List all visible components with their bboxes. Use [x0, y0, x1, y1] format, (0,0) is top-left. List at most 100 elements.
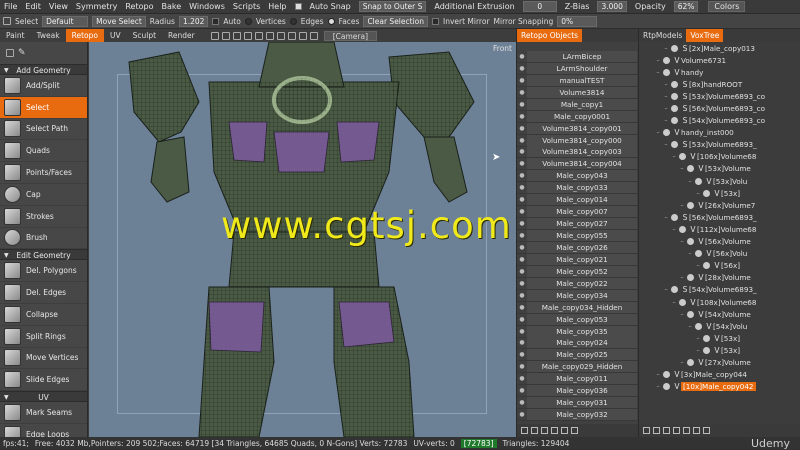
collapse-toggle-icon[interactable]: – [661, 141, 671, 148]
delete-icon[interactable] [653, 427, 660, 434]
retopo-object-row[interactable]: ● Volume3814_copy004 [517, 158, 639, 171]
visibility-eye-icon[interactable] [663, 383, 670, 391]
visibility-eye-icon[interactable]: ● [517, 113, 527, 120]
menu-symmetry[interactable]: Symmetry [76, 2, 117, 11]
visibility-eye-icon[interactable]: ● [517, 125, 527, 132]
tab-retopo[interactable]: Retopo [65, 29, 104, 42]
retopo-object-row[interactable]: ● Male_copy031 [517, 397, 639, 410]
sphere-icon[interactable] [683, 427, 690, 434]
collapse-toggle-icon[interactable]: – [661, 214, 671, 221]
visibility-eye-icon[interactable]: ● [517, 172, 527, 179]
vertices-radio[interactable] [244, 17, 252, 25]
retopo-object-row[interactable]: ● Male_copy036 [517, 385, 639, 398]
voxtree-row[interactable]: – S [8x]handROOT [639, 78, 800, 90]
visibility-eye-icon[interactable] [663, 129, 670, 137]
visibility-eye-icon[interactable]: ● [517, 316, 527, 323]
visibility-eye-icon[interactable] [671, 80, 678, 88]
visibility-eye-icon[interactable] [695, 322, 702, 330]
visibility-eye-icon[interactable] [663, 68, 670, 76]
move-select-dropdown[interactable]: Move Select [92, 15, 146, 27]
visibility-eye-icon[interactable]: ● [517, 339, 527, 346]
delete-icon[interactable] [531, 427, 538, 434]
voxtree-row[interactable]: – S [53x]Volume6893_ [639, 139, 800, 151]
collapse-toggle-icon[interactable]: – [653, 57, 663, 64]
retopo-object-row[interactable]: ● Male_copy007 [517, 206, 639, 219]
visibility-eye-icon[interactable]: ● [517, 101, 527, 108]
retopo-object-row[interactable]: ● Male_copy055 [517, 230, 639, 242]
visibility-eye-icon[interactable]: ● [517, 244, 527, 251]
retopo-object-row[interactable]: ● LArmBicep [517, 50, 639, 63]
retopo-object-row[interactable]: ● Volume3814_copy001 [517, 122, 639, 135]
visibility-eye-icon[interactable] [663, 371, 670, 379]
sphere-icon[interactable] [287, 31, 296, 40]
viewport[interactable]: Front www.cgtsj.com ➤ [89, 42, 516, 437]
tool-select[interactable]: Select [0, 96, 87, 119]
collapse-toggle-icon[interactable]: – [661, 81, 671, 88]
tab-rtpmodels[interactable]: RtpModels [639, 29, 686, 42]
voxtree-row[interactable]: – V [108x]Volume68 [639, 296, 800, 308]
visibility-eye-icon[interactable] [687, 274, 694, 282]
visibility-eye-icon[interactable] [687, 310, 694, 318]
visibility-eye-icon[interactable] [671, 92, 678, 100]
visibility-eye-icon[interactable] [671, 105, 678, 113]
voxtree-row[interactable]: – V [3x]Male_copy044 [639, 369, 800, 381]
menu-scripts[interactable]: Scripts [233, 2, 260, 11]
collapse-toggle-icon[interactable]: – [661, 117, 671, 124]
lock-icon[interactable] [309, 31, 318, 40]
camera-select[interactable]: [Camera] [323, 30, 378, 41]
redo-icon[interactable] [221, 31, 230, 40]
visibility-eye-icon[interactable]: ● [517, 196, 527, 203]
tool-collapse[interactable]: Collapse [0, 304, 87, 326]
uv-section[interactable]: ▼ UV [0, 391, 87, 403]
visibility-eye-icon[interactable]: ● [517, 232, 527, 239]
retopo-object-row[interactable]: ● Volume3814 [517, 86, 639, 99]
voxtree-row[interactable]: – S [2x]Male_copy013 [639, 42, 800, 54]
tab-voxtree[interactable]: VoxTree [686, 29, 724, 42]
visibility-eye-icon[interactable]: ● [517, 399, 527, 406]
edit-geometry-section[interactable]: ▼ Edit Geometry [0, 249, 87, 261]
tool-add-split[interactable]: Add/Split [0, 75, 87, 97]
voxtree-row[interactable]: – V [53x] [639, 187, 800, 199]
visibility-eye-icon[interactable]: ● [517, 65, 527, 72]
retopo-object-row[interactable]: ● Male_copy034 [517, 289, 639, 302]
colors-button[interactable]: Colors [708, 1, 746, 12]
collapse-toggle-icon[interactable]: – [653, 69, 663, 76]
voxtree-row[interactable]: – V [28x]Volume [639, 272, 800, 284]
tab-uv[interactable]: UV [104, 29, 127, 42]
voxtree-row[interactable]: – V [53x]Volume [639, 163, 800, 175]
voxtree-row[interactable]: – V [56x]Volu [639, 248, 800, 260]
visibility-eye-icon[interactable]: ● [517, 148, 527, 155]
collapse-toggle-icon[interactable]: – [661, 93, 671, 100]
tool-slide-edges[interactable]: Slide Edges [0, 369, 87, 392]
menu-edit[interactable]: Edit [25, 2, 41, 11]
collapse-toggle-icon[interactable]: – [677, 311, 687, 318]
visibility-eye-icon[interactable]: ● [517, 363, 527, 370]
visibility-eye-icon[interactable]: ● [517, 411, 527, 418]
visibility-eye-icon[interactable] [687, 238, 694, 246]
retopo-object-row[interactable]: ● Male_copy025 [517, 349, 639, 362]
voxtree-row[interactable]: – S [53x]Volume6893_co [639, 90, 800, 102]
tool-mark-seams[interactable]: Mark Seams [0, 402, 87, 424]
undo-icon[interactable] [210, 31, 219, 40]
voxtree-row[interactable]: – V [54x]Volu [639, 320, 800, 332]
menu-file[interactable]: File [4, 2, 17, 11]
invert-mirror-checkbox[interactable] [432, 17, 439, 25]
retopo-object-row[interactable]: ● Male_copy043 [517, 170, 639, 183]
tool-select-path[interactable]: Select Path [0, 119, 87, 141]
duplicate-icon[interactable] [663, 427, 670, 434]
tool-points-faces[interactable]: Points/Faces [0, 162, 87, 184]
menu-retopo[interactable]: Retopo [125, 2, 153, 11]
zoom-icon[interactable] [254, 31, 263, 40]
visibility-eye-icon[interactable]: ● [517, 387, 527, 394]
move-icon[interactable] [232, 31, 241, 40]
visibility-eye-icon[interactable]: ● [517, 351, 527, 358]
visibility-eye-icon[interactable]: ● [517, 268, 527, 275]
visibility-eye-icon[interactable] [671, 213, 678, 221]
retopo-object-row[interactable]: ● Male_copy1 [517, 98, 639, 111]
visibility-eye-icon[interactable]: ● [517, 208, 527, 215]
visibility-eye-icon[interactable]: ● [517, 304, 527, 311]
voxtree-row[interactable]: – V [27x]Volume [639, 356, 800, 368]
visibility-eye-icon[interactable] [687, 358, 694, 366]
collapse-toggle-icon[interactable]: – [653, 383, 663, 390]
clear-selection-button[interactable]: Clear Selection [363, 15, 428, 27]
